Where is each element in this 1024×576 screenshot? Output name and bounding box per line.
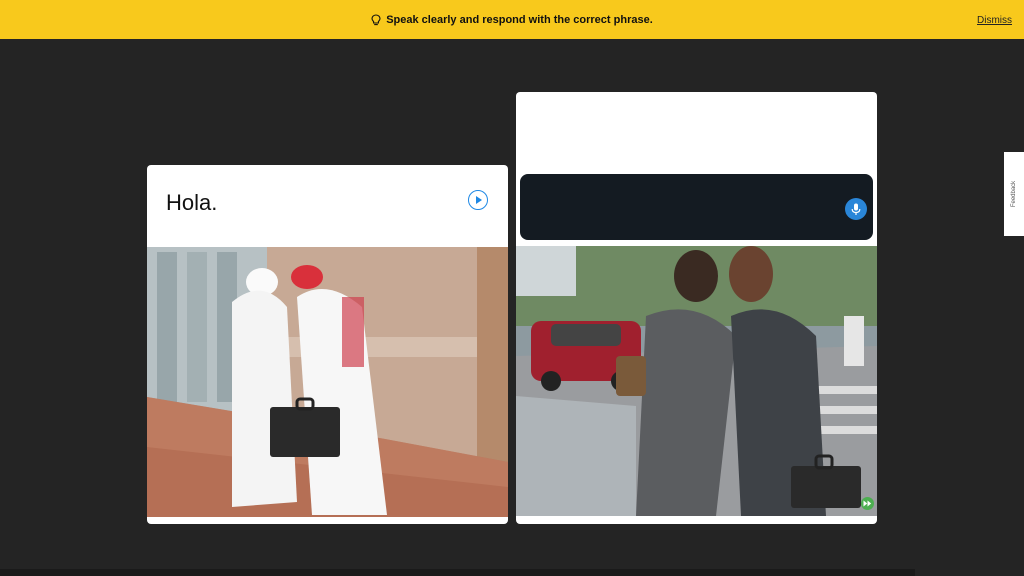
hint-banner: Speak clearly and respond with the corre…	[0, 0, 1024, 39]
play-audio-button[interactable]	[468, 190, 488, 210]
dismiss-link[interactable]: Dismiss	[977, 15, 1012, 26]
hint-text: Speak clearly and respond with the corre…	[386, 13, 653, 26]
skip-button[interactable]	[861, 497, 874, 510]
response-photo	[516, 246, 877, 516]
bottom-bar	[0, 569, 915, 576]
prompt-photo	[147, 247, 508, 517]
prompt-phrase: Hola.	[166, 190, 218, 215]
play-icon	[476, 196, 482, 204]
lightbulb-icon	[371, 13, 381, 25]
response-card	[516, 92, 877, 524]
feedback-tab[interactable]: Feedback	[1004, 152, 1024, 236]
response-input-area[interactable]	[520, 174, 873, 240]
fast-forward-icon	[863, 500, 872, 507]
hint-message: Speak clearly and respond with the corre…	[371, 14, 653, 26]
microphone-icon	[851, 203, 861, 215]
feedback-label: Feedback	[1011, 180, 1018, 208]
microphone-button[interactable]	[845, 198, 867, 220]
prompt-card: Hola.	[147, 165, 508, 524]
